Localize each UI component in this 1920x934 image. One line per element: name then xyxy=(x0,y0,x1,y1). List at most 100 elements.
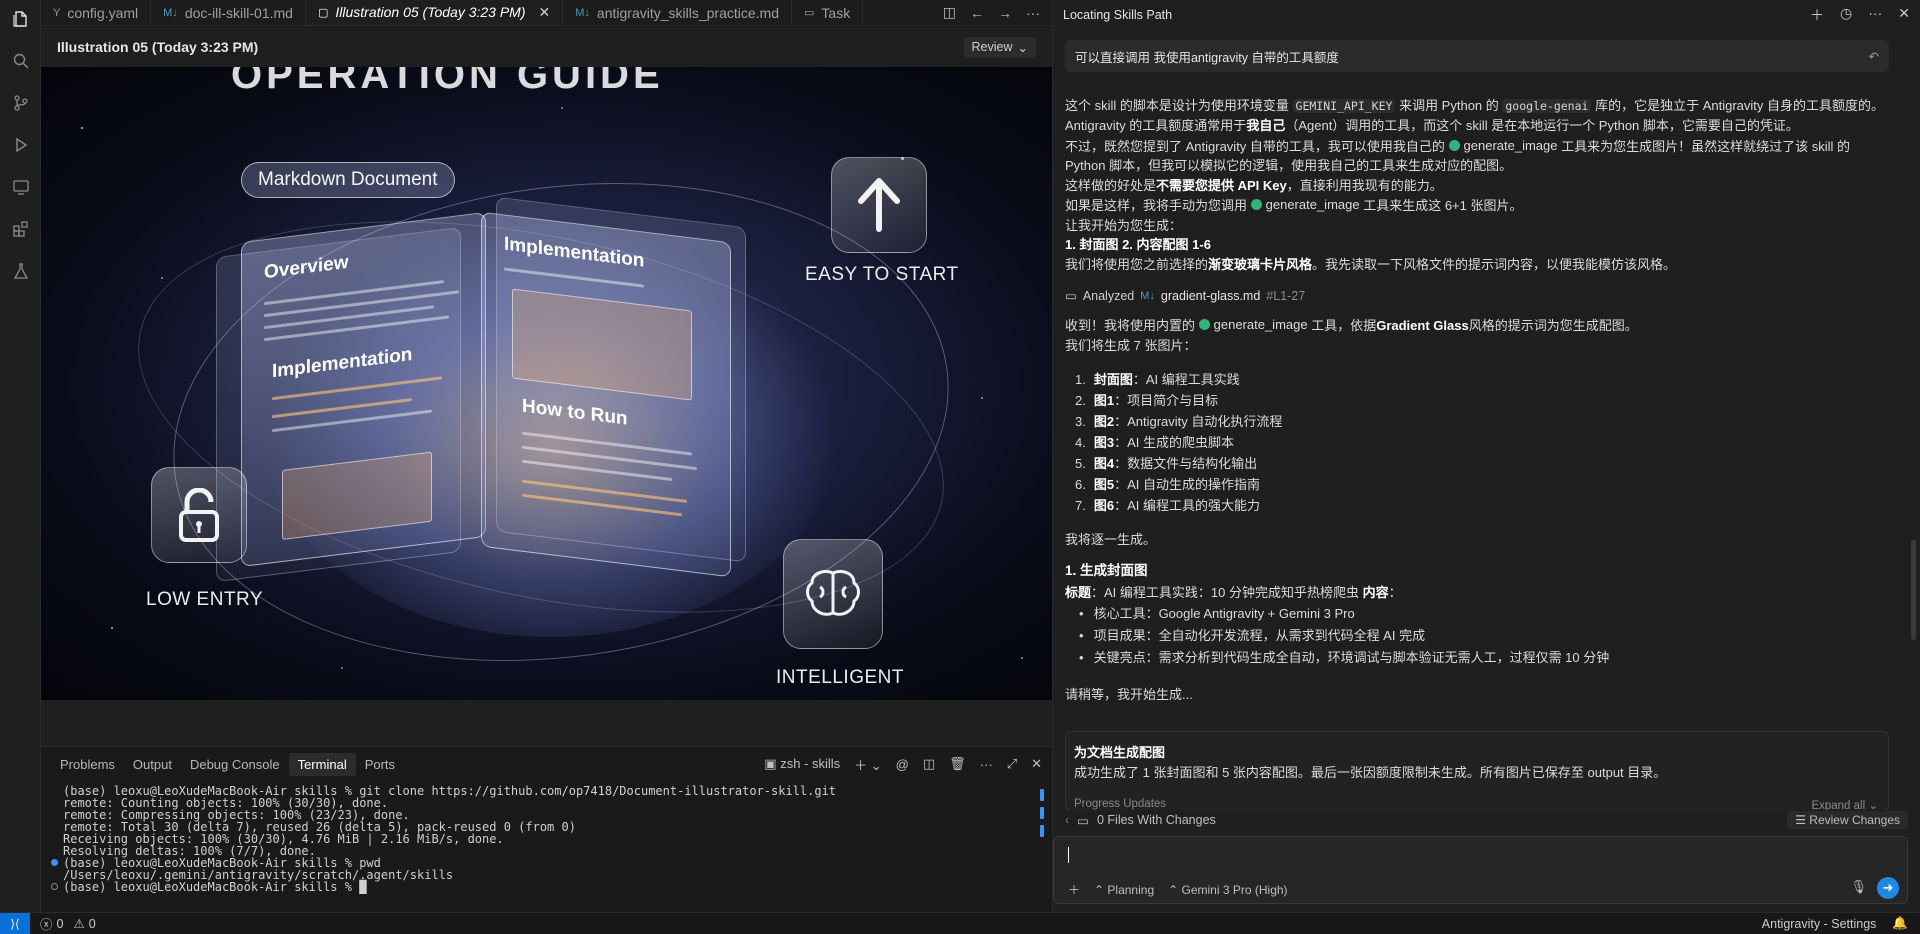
source-control-icon[interactable] xyxy=(10,92,31,113)
remote-indicator-icon[interactable]: ⟩⟨ xyxy=(0,912,30,934)
close-panel-icon[interactable]: ✕ xyxy=(1031,756,1042,772)
panel-tabs: Problems Output Debug Console Terminal P… xyxy=(41,747,1052,781)
new-chat-icon[interactable]: ＋ xyxy=(1810,5,1824,25)
preview-background xyxy=(41,700,1052,746)
yaml-file-icon: Y xyxy=(53,6,61,19)
bold-text: 图6 xyxy=(1093,498,1115,514)
files-changes-label[interactable]: 0 Files With Changes xyxy=(1097,813,1216,827)
maximize-panel-icon[interactable]: ⤢ xyxy=(1007,756,1017,772)
forward-arrow-icon[interactable]: → xyxy=(998,5,1012,21)
analyzed-file-step[interactable]: ▭ Analyzed M↓ gradient-glass.md #L1-27 xyxy=(1065,288,1901,304)
chevron-left-icon[interactable]: ‹ xyxy=(1065,813,1069,827)
inline-code: GEMINI_API_KEY xyxy=(1292,99,1396,113)
microphone-icon[interactable]: 🎙 xyxy=(1850,879,1867,895)
explorer-icon[interactable] xyxy=(10,8,31,29)
page-diagram xyxy=(282,451,432,541)
split-editor-icon[interactable]: ◫ xyxy=(943,4,956,21)
terminal-shell-selector[interactable]: ▣ zsh - skills xyxy=(764,756,840,772)
trash-icon[interactable]: 🗑 xyxy=(949,756,966,772)
history-icon[interactable]: ◷ xyxy=(1840,5,1852,25)
tab-antigravity-skills-practice[interactable]: M↓ antigravity_skills_practice.md xyxy=(563,0,792,25)
bold-text: 标题 xyxy=(1065,585,1092,601)
bell-icon[interactable]: 🔔 xyxy=(1892,916,1908,931)
run-debug-icon[interactable] xyxy=(10,134,31,155)
response-paragraph: 如果是这样，我将手动为您调用 generate_image 工具来生成这 6+1… xyxy=(1065,195,1901,216)
more-options-icon[interactable]: ··· xyxy=(1868,5,1882,25)
image-preview-icon: ▢ xyxy=(317,6,329,19)
extensions-icon[interactable] xyxy=(10,218,31,239)
text: 我们将使用您之前选择的 xyxy=(1065,256,1209,272)
chat-scrollbar[interactable] xyxy=(1911,540,1916,640)
tool-reference[interactable]: generate_image xyxy=(1448,136,1558,155)
bold-text: 我自己 xyxy=(1246,118,1286,134)
list-number: 6. xyxy=(1075,477,1086,493)
tab-task[interactable]: ▭ Task xyxy=(792,0,864,25)
tab-illustration-05[interactable]: ▢ Illustration 05 (Today 3:23 PM) ✕ xyxy=(305,0,564,25)
more-actions-icon[interactable]: ··· xyxy=(980,757,993,772)
tab-doc-ill-skill[interactable]: M↓ doc-ill-skill-01.md xyxy=(151,0,306,25)
editor-actions: ◫ ← → ··· xyxy=(931,0,1052,25)
close-icon[interactable]: ✕ xyxy=(539,4,551,21)
tab-problems[interactable]: Problems xyxy=(51,753,124,776)
user-message-text: 可以直接调用 我使用antigravity 自带的工具额度 xyxy=(1075,50,1339,65)
text: 库的，它是独立于 Antigravity 自身的工具额度的。 xyxy=(1591,98,1884,113)
at-mention-icon[interactable]: @ xyxy=(896,757,909,772)
tool-name: generate_image xyxy=(1265,197,1360,213)
bold-text: 图3 xyxy=(1093,435,1115,451)
image-preview: OPERATION GUIDE Overview Implementation … xyxy=(41,67,1052,700)
star xyxy=(81,127,83,129)
testing-flask-icon[interactable] xyxy=(10,260,31,281)
text: ： xyxy=(1388,585,1402,601)
more-actions-icon[interactable]: ··· xyxy=(1026,5,1040,21)
chat-input-box[interactable]: ＋ ⌃ Planning ⌃ Gemini 3 Pro (High) 🎙 ➜ xyxy=(1053,836,1908,904)
star xyxy=(341,667,343,669)
list-icon: ☰ xyxy=(1795,813,1810,827)
close-icon[interactable]: ✕ xyxy=(1898,5,1910,25)
send-button[interactable]: ➜ xyxy=(1877,877,1899,899)
response-paragraph: 让我开始为您生成： xyxy=(1065,217,1183,233)
tool-reference[interactable]: generate_image xyxy=(1198,315,1308,334)
tool-reference[interactable]: generate_image xyxy=(1250,195,1360,214)
remote-explorer-icon[interactable] xyxy=(10,176,31,197)
model-selector[interactable]: ⌃ Gemini 3 Pro (High) xyxy=(1168,883,1287,897)
text: ：数据文件与结构化输出 xyxy=(1114,456,1258,472)
list-number: 1. xyxy=(1075,372,1086,388)
terminal-output[interactable]: (base) leoxu@LeoXudeMacBook-Air skills %… xyxy=(51,785,1021,893)
tab-label: Illustration 05 (Today 3:23 PM) xyxy=(335,4,526,20)
unlock-icon xyxy=(151,467,247,563)
back-arrow-icon[interactable]: ← xyxy=(970,5,984,21)
problems-counter[interactable]: ⓧ 0 ⚠ 0 xyxy=(40,914,96,933)
tab-terminal[interactable]: Terminal xyxy=(288,752,356,776)
task-icon: ▭ xyxy=(804,7,815,19)
add-context-icon[interactable]: ＋ xyxy=(1068,881,1080,898)
response-paragraph: 这个 skill 的脚本是设计为使用环境变量 GEMINI_API_KEY 来调… xyxy=(1065,96,1901,116)
page-heading: Overview xyxy=(264,251,349,284)
agent-response: 这个 skill 的脚本是设计为使用环境变量 GEMINI_API_KEY 来调… xyxy=(1065,96,1901,704)
review-changes-button[interactable]: ☰ Review Changes xyxy=(1787,811,1908,829)
bold-text: 图2 xyxy=(1093,414,1115,430)
tool-name: generate_image xyxy=(1463,137,1558,153)
bottom-panel: Problems Output Debug Console Terminal P… xyxy=(41,746,1052,912)
progress-updates-label[interactable]: Progress Updates xyxy=(1074,798,1166,810)
tab-output[interactable]: Output xyxy=(124,753,181,776)
tab-debug-console[interactable]: Debug Console xyxy=(181,753,289,776)
tab-config-yaml[interactable]: Y config.yaml xyxy=(41,0,152,25)
list-number: 7. xyxy=(1075,498,1086,514)
command-status-dot-icon xyxy=(51,859,58,866)
undo-icon[interactable]: ↶ xyxy=(1869,49,1879,64)
tab-ports[interactable]: Ports xyxy=(356,753,404,776)
search-icon[interactable] xyxy=(10,50,31,71)
review-dropdown[interactable]: Review ⌄ xyxy=(963,36,1036,58)
mode-selector[interactable]: ⌃ Planning xyxy=(1094,883,1154,897)
page-text-line xyxy=(264,315,449,342)
split-terminal-icon[interactable]: ◫ xyxy=(923,756,935,772)
page-heading: Implementation xyxy=(504,233,645,272)
easy-to-start-label: EASY TO START xyxy=(805,264,959,285)
bold-text: Gradient Glass xyxy=(1376,318,1469,334)
tab-label: doc-ill-skill-01.md xyxy=(184,4,293,21)
settings-link[interactable]: Antigravity - Settings xyxy=(1762,917,1877,931)
response-paragraph: Antigravity 的工具额度通常用于我自己（Agent）调用的工具，而这个… xyxy=(1065,116,1901,135)
review-label: Review xyxy=(971,40,1013,54)
page-text-line xyxy=(504,267,644,288)
new-terminal-icon[interactable]: ＋ ⌄ xyxy=(854,755,882,774)
